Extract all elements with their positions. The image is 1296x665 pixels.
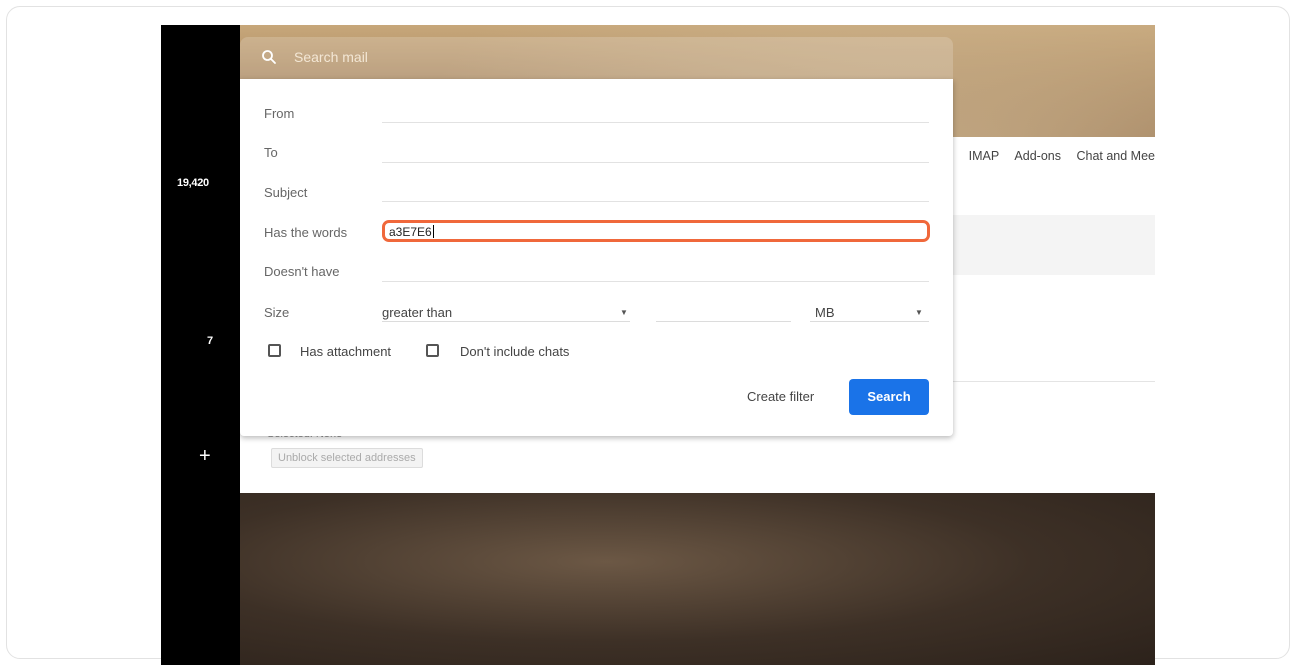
inbox-count: 19,420 xyxy=(177,177,209,189)
gmail-window: 19,420 7 + IMAP Add-ons Chat and Mee Sel… xyxy=(161,25,1155,665)
to-field[interactable] xyxy=(382,162,929,163)
tab-imap[interactable]: IMAP xyxy=(969,149,999,163)
has-attachment-checkbox[interactable] xyxy=(268,344,281,357)
has-words-value: a3E7E6 xyxy=(389,225,432,239)
size-operator-underline xyxy=(382,321,630,322)
has-words-label: Has the words xyxy=(264,225,348,240)
size-label: Size xyxy=(264,305,290,320)
to-label: To xyxy=(264,145,278,160)
unblock-selected-button[interactable]: Unblock selected addresses xyxy=(271,448,423,468)
search-button[interactable]: Search xyxy=(849,379,929,415)
rail-count-badge: 7 xyxy=(207,335,214,347)
has-words-field[interactable]: a3E7E6 xyxy=(382,220,930,242)
tab-add-ons[interactable]: Add-ons xyxy=(1014,149,1061,163)
screenshot-frame: 19,420 7 + IMAP Add-ons Chat and Mee Sel… xyxy=(6,6,1290,665)
has-attachment-label: Has attachment xyxy=(300,344,392,359)
exclude-chats-checkbox[interactable] xyxy=(426,344,439,357)
search-bar[interactable]: Search mail xyxy=(240,37,953,79)
size-value-field[interactable] xyxy=(656,321,791,322)
doesnt-have-label: Doesn't have xyxy=(264,264,340,279)
exclude-chats-label: Don't include chats xyxy=(460,344,570,359)
create-filter-button[interactable]: Create filter xyxy=(747,389,814,404)
chevron-down-icon[interactable]: ▼ xyxy=(915,308,923,317)
from-label: From xyxy=(264,106,295,121)
theme-background-lower xyxy=(240,493,1155,665)
chevron-down-icon[interactable]: ▼ xyxy=(620,308,628,317)
subject-field[interactable] xyxy=(382,201,929,202)
add-plus-icon[interactable]: + xyxy=(199,445,211,468)
from-field[interactable] xyxy=(382,122,929,123)
text-caret xyxy=(432,225,434,238)
size-unit-select[interactable]: MB xyxy=(815,305,835,320)
size-operator-select[interactable]: greater than xyxy=(382,305,452,320)
subject-label: Subject xyxy=(264,185,308,200)
size-unit-underline xyxy=(810,321,929,322)
settings-tabs: IMAP Add-ons Chat and Mee xyxy=(957,149,1155,163)
advanced-search-dropdown: From To Subject Has the words a3E7E6 Doe… xyxy=(240,79,953,436)
doesnt-have-field[interactable] xyxy=(382,281,929,282)
search-icon[interactable] xyxy=(260,48,278,66)
tab-chat-and-meet[interactable]: Chat and Mee xyxy=(1076,149,1155,163)
left-rail: 19,420 7 + xyxy=(161,25,240,665)
search-input[interactable]: Search mail xyxy=(294,49,368,65)
